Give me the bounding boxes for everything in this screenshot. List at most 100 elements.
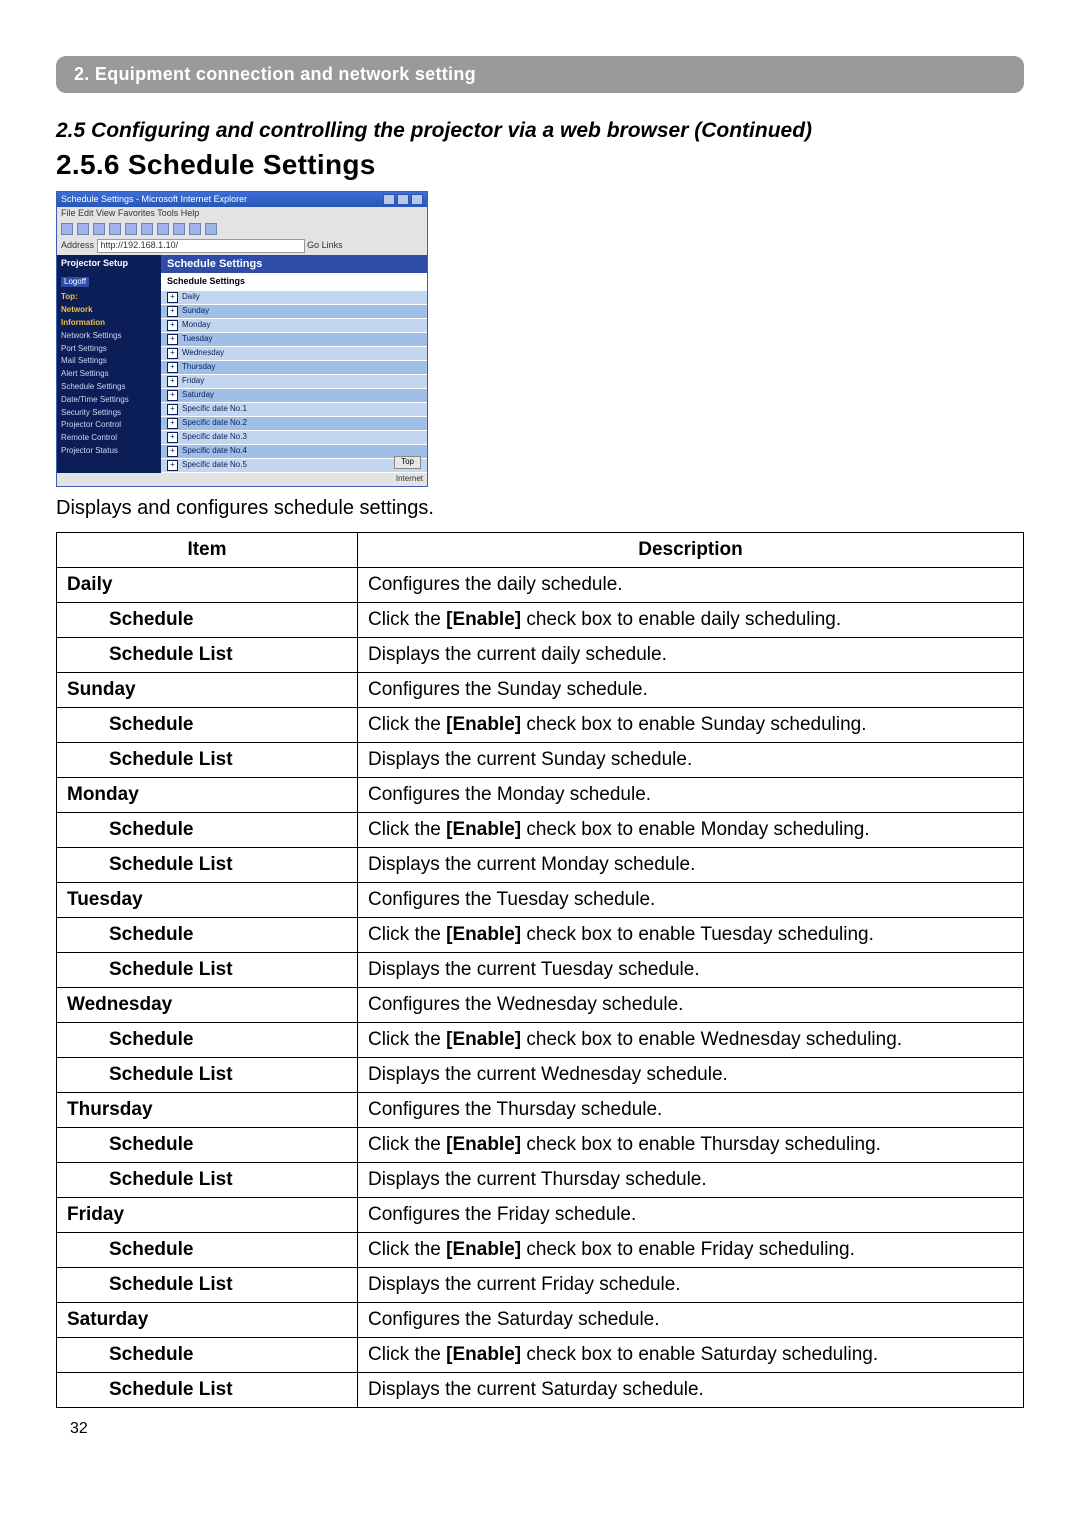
expand-icon: + bbox=[167, 390, 178, 401]
links-label: Links bbox=[322, 240, 343, 250]
settings-description-table: Item Description DailyConfigures the dai… bbox=[56, 532, 1024, 1408]
status-bar: Internet bbox=[57, 473, 427, 486]
window-titlebar: Schedule Settings - Microsoft Internet E… bbox=[57, 192, 427, 207]
table-header-description: Description bbox=[358, 532, 1024, 567]
schedule-link-label: Wednesday bbox=[182, 349, 224, 358]
enable-keyword: [Enable] bbox=[446, 1344, 521, 1365]
back-icon bbox=[61, 223, 73, 235]
table-group-desc: Configures the Tuesday schedule. bbox=[358, 882, 1024, 917]
expand-icon: + bbox=[167, 348, 178, 359]
sidebar-brand: Projector Setup bbox=[61, 259, 157, 269]
sidebar-item: Port Settings bbox=[61, 343, 157, 356]
schedule-link-row: +Sunday bbox=[161, 305, 427, 319]
table-indent-cell bbox=[57, 1267, 100, 1302]
table-group-item: Tuesday bbox=[57, 882, 358, 917]
sidebar-item: Projector Control bbox=[61, 419, 157, 432]
expand-icon: + bbox=[167, 460, 178, 471]
schedule-link-label: Friday bbox=[182, 377, 204, 386]
address-label: Address bbox=[61, 240, 94, 250]
table-subitem-desc: Displays the current Tuesday schedule. bbox=[358, 952, 1024, 987]
expand-icon: + bbox=[167, 306, 178, 317]
forward-icon bbox=[77, 223, 89, 235]
schedule-link-label: Monday bbox=[182, 321, 210, 330]
table-subitem-desc: Click the [Enable] check box to enable W… bbox=[358, 1022, 1024, 1057]
table-subitem-desc: Click the [Enable] check box to enable S… bbox=[358, 1337, 1024, 1372]
table-subitem: Schedule List bbox=[99, 637, 358, 672]
expand-icon: + bbox=[167, 334, 178, 345]
schedule-link-row: +Tuesday bbox=[161, 333, 427, 347]
table-group-item: Wednesday bbox=[57, 987, 358, 1022]
table-indent-cell bbox=[57, 1057, 100, 1092]
sidebar-item: Information bbox=[61, 317, 157, 330]
sidebar: Projector Setup Logoff Top: Network Info… bbox=[57, 255, 161, 473]
table-indent-cell bbox=[57, 602, 100, 637]
table-group-item: Monday bbox=[57, 777, 358, 812]
table-group-item: Friday bbox=[57, 1197, 358, 1232]
table-subitem: Schedule bbox=[99, 1022, 358, 1057]
table-group-desc: Configures the Monday schedule. bbox=[358, 777, 1024, 812]
enable-keyword: [Enable] bbox=[446, 1239, 521, 1260]
page-number: 32 bbox=[56, 1420, 1024, 1438]
table-indent-cell bbox=[57, 952, 100, 987]
table-indent-cell bbox=[57, 1232, 100, 1267]
schedule-link-label: Specific date No.4 bbox=[182, 447, 247, 456]
table-indent-cell bbox=[57, 1127, 100, 1162]
minimize-icon bbox=[383, 194, 395, 205]
print-icon bbox=[205, 223, 217, 235]
table-subitem: Schedule bbox=[99, 812, 358, 847]
enable-keyword: [Enable] bbox=[446, 1134, 521, 1155]
expand-icon: + bbox=[167, 404, 178, 415]
schedule-link-label: Specific date No.3 bbox=[182, 433, 247, 442]
history-icon bbox=[173, 223, 185, 235]
table-subitem: Schedule List bbox=[99, 1372, 358, 1407]
table-subitem: Schedule bbox=[99, 1337, 358, 1372]
table-subitem: Schedule bbox=[99, 707, 358, 742]
schedule-link-label: Specific date No.1 bbox=[182, 405, 247, 414]
expand-icon: + bbox=[167, 446, 178, 457]
sidebar-item: Mail Settings bbox=[61, 355, 157, 368]
table-indent-cell bbox=[57, 707, 100, 742]
table-subitem-desc: Displays the current Thursday schedule. bbox=[358, 1162, 1024, 1197]
table-subitem-desc: Click the [Enable] check box to enable F… bbox=[358, 1232, 1024, 1267]
table-subitem: Schedule bbox=[99, 1232, 358, 1267]
table-group-item: Daily bbox=[57, 567, 358, 602]
schedule-link-label: Specific date No.2 bbox=[182, 419, 247, 428]
enable-keyword: [Enable] bbox=[446, 1029, 521, 1050]
schedule-link-row: + Specific date No.1 bbox=[161, 403, 427, 417]
table-subitem: Schedule List bbox=[99, 742, 358, 777]
schedule-link-row: +Thursday bbox=[161, 361, 427, 375]
sidebar-item: Security Settings bbox=[61, 407, 157, 420]
table-header-item: Item bbox=[57, 532, 358, 567]
logoff-button: Logoff bbox=[61, 277, 89, 288]
table-group-desc: Configures the Friday schedule. bbox=[358, 1197, 1024, 1232]
schedule-link-list: +Daily+Sunday+Monday+Tuesday+Wednesday+T… bbox=[161, 291, 427, 473]
table-indent-cell bbox=[57, 917, 100, 952]
table-subitem-desc: Click the [Enable] check box to enable S… bbox=[358, 707, 1024, 742]
schedule-link-row: + Wednesday bbox=[161, 347, 427, 361]
expand-icon: + bbox=[167, 432, 178, 443]
favorites-icon bbox=[157, 223, 169, 235]
schedule-link-row: +Specific date No.2 bbox=[161, 417, 427, 431]
schedule-link-label: Daily bbox=[182, 293, 200, 302]
table-subitem: Schedule bbox=[99, 917, 358, 952]
table-subitem-desc: Click the [Enable] check box to enable M… bbox=[358, 812, 1024, 847]
panel-header: Schedule Settings bbox=[161, 255, 427, 273]
table-subitem: Schedule bbox=[99, 1127, 358, 1162]
table-group-item: Sunday bbox=[57, 672, 358, 707]
table-subitem-desc: Displays the current Wednesday schedule. bbox=[358, 1057, 1024, 1092]
table-subitem: Schedule List bbox=[99, 1162, 358, 1197]
stop-icon bbox=[93, 223, 105, 235]
table-subitem-desc: Displays the current Monday schedule. bbox=[358, 847, 1024, 882]
enable-keyword: [Enable] bbox=[446, 714, 521, 735]
table-group-item: Saturday bbox=[57, 1302, 358, 1337]
main-panel: Schedule Settings Schedule Settings +Dai… bbox=[161, 255, 427, 473]
window-buttons bbox=[383, 194, 423, 205]
table-subitem: Schedule List bbox=[99, 847, 358, 882]
table-group-desc: Configures the Wednesday schedule. bbox=[358, 987, 1024, 1022]
intro-text: Displays and configures schedule setting… bbox=[56, 497, 1024, 520]
table-indent-cell bbox=[57, 637, 100, 672]
schedule-link-row: +Friday bbox=[161, 375, 427, 389]
close-icon bbox=[411, 194, 423, 205]
table-subitem-desc: Click the [Enable] check box to enable d… bbox=[358, 602, 1024, 637]
table-group-desc: Configures the Saturday schedule. bbox=[358, 1302, 1024, 1337]
